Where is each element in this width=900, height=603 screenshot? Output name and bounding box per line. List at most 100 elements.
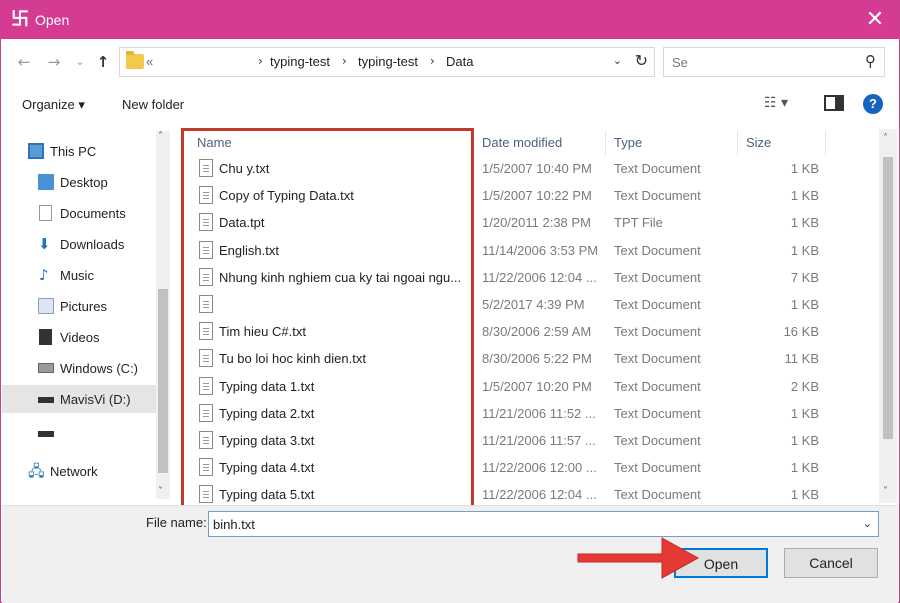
close-icon[interactable]: ✕ xyxy=(857,3,893,37)
sidebar-item-windows-c[interactable]: Windows (C:) xyxy=(2,354,156,382)
recent-locations-icon[interactable]: ⌄ xyxy=(69,51,91,73)
file-name: English.txt xyxy=(219,242,279,258)
file-list-scrollbar[interactable]: ˄ ˅ xyxy=(879,129,897,503)
file-type: Text Document xyxy=(614,161,701,176)
column-divider[interactable] xyxy=(825,131,826,155)
file-row[interactable]: Nhung kinh nghiem cua ky tai ngoai ngu..… xyxy=(173,264,881,291)
breadcrumb-separator-icon[interactable]: › xyxy=(342,54,347,68)
breadcrumb-separator-icon[interactable]: › xyxy=(430,54,435,68)
file-icon xyxy=(199,376,213,395)
file-type: Text Document xyxy=(614,433,701,448)
file-type: Text Document xyxy=(614,188,701,204)
column-header-type[interactable]: Type xyxy=(614,135,642,150)
file-row[interactable]: Tim hieu C#.txt 8/30/2006 2:59 AM Text Doc… xyxy=(173,318,881,345)
sidebar-item-music[interactable]: ♪ Music xyxy=(2,261,156,289)
file-row[interactable]: Tu bo loi hoc kinh dien.txt 8/30/2006 5:2… xyxy=(173,345,881,372)
column-divider[interactable] xyxy=(605,131,606,155)
breadcrumb-typing-test-2[interactable]: typing-test xyxy=(358,54,418,69)
scroll-up-icon[interactable]: ˄ xyxy=(158,131,163,142)
file-row[interactable]: Chu y.txt 1/5/2007 10:40 PM Text Document 1… xyxy=(173,155,881,182)
sidebar-item-this-pc[interactable]: This PC xyxy=(2,137,156,165)
sidebar-item-label: Desktop xyxy=(60,175,108,190)
scrollbar-thumb[interactable] xyxy=(883,157,893,439)
refresh-icon[interactable]: ↻ xyxy=(635,51,648,70)
file-row[interactable]: Typing data 3.txt 11/21/2006 11:57 ... Tex… xyxy=(173,427,881,454)
breadcrumb-separator-icon[interactable]: › xyxy=(258,54,263,68)
file-name-value[interactable]: binh.txt xyxy=(213,517,255,532)
file-row[interactable]: Typing data 5.txt 11/22/2006 12:04 ... Tex… xyxy=(173,481,881,503)
file-name: Copy of Typing Data.txt xyxy=(219,188,354,204)
file-date-modified: 8/30/2006 2:59 AM xyxy=(482,324,592,340)
videos-icon xyxy=(39,329,52,345)
breadcrumb-typing-test-1[interactable]: typing-test xyxy=(270,54,330,69)
file-name-input[interactable]: binh.txt ⌄ xyxy=(208,511,879,537)
back-arrow-icon[interactable]: ← xyxy=(13,51,35,73)
file-size: 1 KB xyxy=(790,405,819,421)
help-icon[interactable]: ? xyxy=(863,94,883,114)
file-date-modified: 1/5/2007 10:20 PM xyxy=(482,378,592,394)
sidebar-item-network[interactable]: 🖧 Network xyxy=(2,457,156,485)
sidebar-item-videos[interactable]: Videos xyxy=(2,323,156,351)
change-view-icon[interactable]: ☷ ▾ xyxy=(764,95,788,111)
sidebar-item-downloads[interactable]: ⬇ Downloads xyxy=(2,230,156,258)
file-size: 1 KB xyxy=(790,215,819,231)
pictures-icon xyxy=(38,298,54,314)
network-icon: 🖧 xyxy=(28,462,45,480)
sidebar-item-drive[interactable] xyxy=(2,419,156,447)
scrollbar-thumb[interactable] xyxy=(158,289,168,473)
breadcrumb-data[interactable]: Data xyxy=(446,54,473,69)
breadcrumb-overflow[interactable]: « xyxy=(146,54,153,69)
file-icon xyxy=(199,431,213,449)
file-row[interactable]: English.txt 11/14/2006 3:53 PM Text Docume… xyxy=(173,237,881,264)
cancel-button[interactable]: Cancel xyxy=(784,548,878,578)
navigation-scrollbar[interactable]: ˄ ˅ xyxy=(156,131,170,499)
file-name: Typing data 1.txt xyxy=(219,378,315,394)
scroll-down-icon[interactable]: ˅ xyxy=(883,486,888,497)
file-row[interactable]: Typing data 2.txt 11/21/2006 11:52 ... Tex… xyxy=(173,400,881,427)
file-icon xyxy=(199,240,213,259)
file-type: Text Document xyxy=(614,297,701,312)
file-name-dropdown-icon[interactable]: ⌄ xyxy=(863,517,872,530)
sidebar-item-label: Documents xyxy=(60,206,126,221)
file-date-modified: 8/30/2006 5:22 PM xyxy=(482,351,592,367)
column-header-date-modified[interactable]: Date modified xyxy=(482,135,562,150)
column-divider[interactable] xyxy=(473,131,474,155)
folder-icon xyxy=(126,51,144,69)
file-size: 1 KB xyxy=(790,460,819,476)
address-dropdown-icon[interactable]: ⌄ xyxy=(613,54,622,67)
sidebar-item-documents[interactable]: Documents xyxy=(2,199,156,227)
file-size: 1 KB xyxy=(790,242,819,258)
file-row[interactable]: 5/2/2017 4:39 PM Text Document 1 KB xyxy=(173,291,881,318)
search-icon[interactable]: ⚲ xyxy=(865,52,876,70)
column-header-name[interactable]: Name xyxy=(197,135,232,150)
file-type: Text Document xyxy=(614,460,701,476)
sidebar-item-desktop[interactable]: Desktop xyxy=(2,168,156,196)
navigation-pane: This PC Desktop Documents ⬇ Downloads ♪ … xyxy=(2,129,172,503)
file-row[interactable]: Typing data 1.txt 1/5/2007 10:20 PM Text D… xyxy=(173,373,881,400)
preview-pane-icon[interactable] xyxy=(824,95,844,111)
file-name: Typing data 3.txt xyxy=(219,433,315,448)
file-size: 1 KB xyxy=(790,161,819,176)
breadcrumb-redacted xyxy=(162,53,252,71)
organize-menu-button[interactable]: Organize ▾ xyxy=(22,97,85,113)
column-header-size[interactable]: Size xyxy=(746,135,771,150)
sidebar-item-pictures[interactable]: Pictures xyxy=(2,292,156,320)
music-icon: ♪ xyxy=(39,266,49,284)
sidebar-item-mavisvi-d[interactable]: MavisVi (D:) xyxy=(2,385,156,413)
scroll-down-icon[interactable]: ˅ xyxy=(158,486,163,497)
new-folder-button[interactable]: New folder xyxy=(122,97,184,112)
file-row[interactable]: Typing data 4.txt 11/22/2006 12:00 ... Tex… xyxy=(173,454,881,481)
up-folder-icon[interactable]: ↑ xyxy=(92,51,114,73)
file-date-modified: 1/5/2007 10:40 PM xyxy=(482,161,592,176)
scroll-up-icon[interactable]: ˄ xyxy=(883,133,888,144)
column-divider[interactable] xyxy=(737,131,738,155)
file-size: 1 KB xyxy=(790,297,819,312)
file-row[interactable]: Data.tpt 1/20/2011 2:38 PM TPT File 1 KB xyxy=(173,209,881,236)
title-bar[interactable]: 卐 Open ✕ xyxy=(1,1,899,39)
address-bar[interactable]: « › typing-test › typing-test › Data ⌄ ↻ xyxy=(119,47,655,77)
forward-arrow-icon[interactable]: → xyxy=(43,51,65,73)
file-name: Chu y.txt xyxy=(219,161,270,176)
file-row[interactable]: Copy of Typing Data.txt 1/5/2007 10:22 PM… xyxy=(173,182,881,209)
open-button[interactable]: Open xyxy=(674,548,768,578)
search-input[interactable]: Se ⚲ xyxy=(663,47,885,77)
